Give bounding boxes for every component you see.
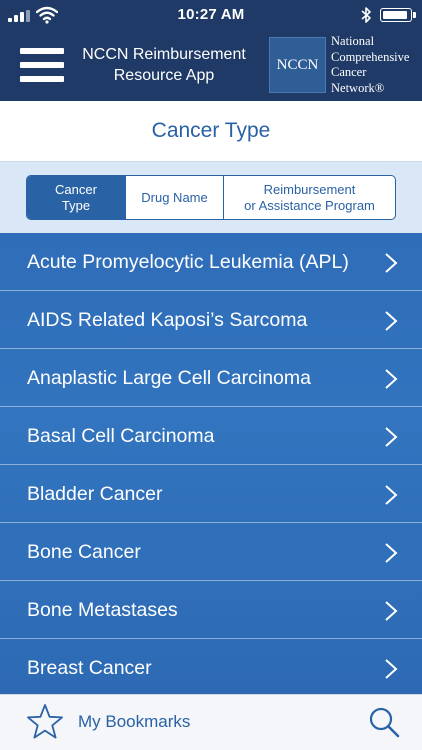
chevron-right-icon [385,543,398,563]
nccn-logo-wordmark: National Comprehensive Cancer Network® [331,34,410,95]
status-bar: 10:27 AM [0,0,422,30]
list-item[interactable]: Breast Cancer [0,639,422,694]
list-item-label: AIDS Related Kaposi’s Sarcoma [27,309,308,331]
chevron-right-icon [385,601,398,621]
nccn-logo: NCCN [269,37,326,93]
chevron-right-icon [385,485,398,505]
status-time: 10:27 AM [177,6,245,23]
list-item[interactable]: Acute Promyelocytic Leukemia (APL) [0,233,422,291]
chevron-right-icon [385,253,398,273]
tab-drug-name[interactable]: Drug Name [126,176,224,219]
hamburger-menu-icon[interactable] [20,48,64,82]
battery-icon [380,8,416,22]
list-item[interactable]: Bone Cancer [0,523,422,581]
search-icon[interactable] [368,706,400,738]
list-item-label: Acute Promyelocytic Leukemia (APL) [27,251,349,273]
list-item-label: Anaplastic Large Cell Carcinoma [27,367,311,389]
page-title: Cancer Type [0,101,422,161]
list-item[interactable]: Anaplastic Large Cell Carcinoma [0,349,422,407]
bluetooth-icon [361,7,371,23]
list-item-label: Bladder Cancer [27,483,163,505]
app-title: NCCN Reimbursement Resource App [82,46,246,84]
list-item[interactable]: AIDS Related Kaposi’s Sarcoma [0,291,422,349]
bottom-bar: My Bookmarks [0,694,422,750]
cancer-type-list: Acute Promyelocytic Leukemia (APL) AIDS … [0,233,422,694]
chevron-right-icon [385,427,398,447]
chevron-right-icon [385,369,398,389]
tab-cancer-type[interactable]: Cancer Type [27,176,126,219]
list-item[interactable]: Basal Cell Carcinoma [0,407,422,465]
chevron-right-icon [385,311,398,331]
list-item-label: Bone Cancer [27,541,141,563]
list-item[interactable]: Bladder Cancer [0,465,422,523]
list-item[interactable]: Bone Metastases [0,581,422,639]
list-item-label: Bone Metastases [27,599,178,621]
my-bookmarks-link[interactable]: My Bookmarks [78,695,190,749]
tab-reimbursement-program[interactable]: Reimbursement or Assistance Program [224,176,395,219]
list-item-label: Basal Cell Carcinoma [27,425,215,447]
app-header: 10:27 AM NCCN Reimbursement Resource App… [0,0,422,101]
star-icon[interactable] [26,703,64,741]
list-item-label: Breast Cancer [27,657,152,679]
segment-bar: Cancer Type Drug Name Reimbursement or A… [0,161,422,233]
chevron-right-icon [385,659,398,679]
segmented-control: Cancer Type Drug Name Reimbursement or A… [26,175,396,220]
